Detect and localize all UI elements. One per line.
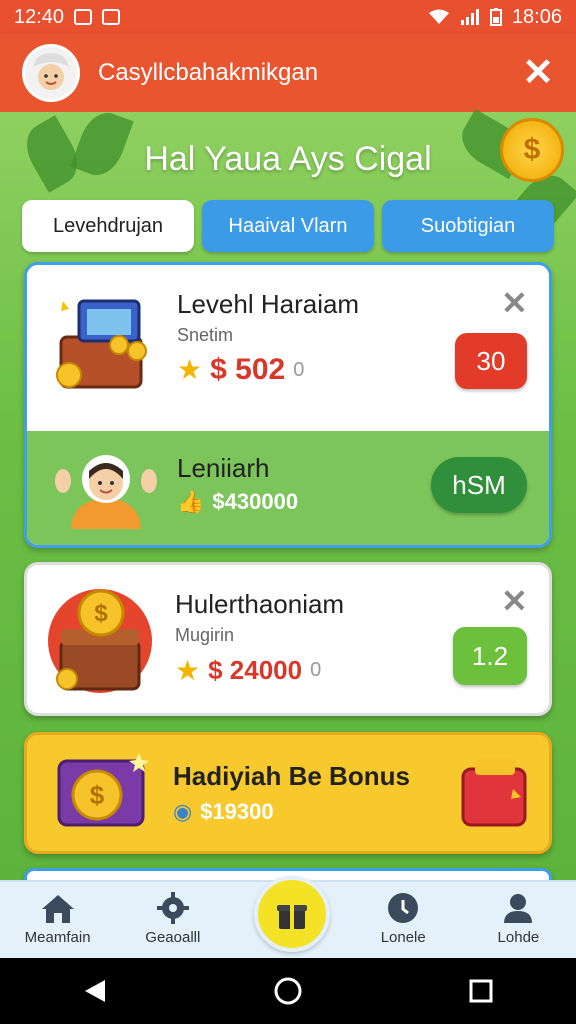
tab-suobtigian[interactable]: Suobtigian: [382, 200, 554, 252]
nav-label: Meamfain: [24, 929, 91, 946]
avatar[interactable]: [22, 44, 80, 102]
status-time-left: 12:40: [14, 5, 65, 28]
close-icon[interactable]: ✕: [501, 287, 528, 319]
gear-icon: [156, 892, 189, 924]
item-price: $19300: [200, 799, 274, 824]
star-icon: ★: [175, 654, 201, 686]
image-icon: [74, 9, 93, 25]
item-subtitle: Snetim: [177, 325, 234, 345]
recents-icon[interactable]: [469, 979, 493, 1003]
item-price-extra: 0: [293, 358, 305, 381]
svg-text:$: $: [94, 600, 108, 627]
dollar-medal-icon: $: [500, 118, 564, 182]
tab-bar: Levehdrujan Haaival Vlarn Suobtigian: [22, 200, 554, 252]
person-waving-icon: [55, 455, 157, 529]
status-time-right: 18:06: [511, 5, 562, 28]
coin-chest-icon: $: [48, 589, 152, 693]
avatar-face-icon: [25, 47, 77, 99]
list-item[interactable]: $ Hulerthaoniam Mugirin ★ $ 24000 0 ✕ 1.…: [24, 562, 552, 716]
gift-button[interactable]: [254, 876, 330, 952]
list-item[interactable]: Levehl Haraiam Snetim ★ $ 502 0 ✕ 30 Len…: [24, 262, 552, 548]
back-icon[interactable]: [83, 978, 107, 1004]
nav-label: Lonele: [380, 929, 426, 946]
status-bar: 12:40 18:06: [0, 0, 576, 34]
thumbs-up-icon: 👍: [177, 489, 205, 514]
item-badge[interactable]: hSM: [431, 457, 527, 513]
nav-label: Geaoalll: [145, 929, 201, 946]
item-price: $ 24000: [208, 655, 303, 685]
nav-label: Lohde: [497, 929, 540, 946]
battery-icon: [489, 8, 502, 26]
svg-text:$: $: [90, 780, 105, 810]
home-icon: [41, 895, 74, 923]
home-circle-icon[interactable]: [274, 977, 302, 1005]
star-icon: ★: [177, 354, 203, 385]
treasure-chest-icon: [56, 299, 147, 389]
calendar-icon: [102, 9, 121, 25]
nav-item-history[interactable]: Lonele: [346, 891, 461, 946]
app-header: Casyllcbahakmikgan ✕: [0, 34, 576, 112]
item-title: Hadiyiah Be Bonus: [173, 761, 410, 791]
coin-icon: ◉: [173, 799, 193, 824]
item-subtitle: Mugirin: [175, 625, 235, 645]
wifi-icon: [428, 9, 449, 24]
item-badge[interactable]: 1.2: [453, 627, 527, 685]
item-price: $ 502: [210, 353, 286, 386]
clock-icon: [388, 893, 419, 923]
system-nav-bar: [0, 958, 576, 1024]
close-icon[interactable]: ✕: [522, 54, 554, 92]
tab-levehdrujan[interactable]: Levehdrujan: [22, 200, 194, 252]
bonus-wallet-icon: $: [57, 753, 149, 827]
gift-wallet-icon: [461, 759, 527, 827]
gift-icon: [277, 905, 307, 929]
header-title: Casyllcbahakmikgan: [98, 59, 319, 86]
nav-item-home[interactable]: Meamfain: [0, 893, 115, 946]
signal-icon: [460, 9, 479, 25]
item-title: Leniiarh: [177, 453, 270, 483]
nav-item-profile[interactable]: Lohde: [461, 891, 576, 946]
item-price-extra: 0: [310, 659, 322, 681]
close-icon[interactable]: ✕: [501, 585, 528, 617]
tab-haaival-vlarn[interactable]: Haaival Vlarn: [202, 200, 374, 252]
nav-item-settings[interactable]: Geaoalll: [115, 891, 230, 946]
item-badge[interactable]: 30: [455, 333, 527, 389]
item-price: $430000: [212, 489, 299, 514]
page-title: Hal Yaua Ays Cigal: [144, 140, 432, 178]
profile-icon: [504, 894, 533, 923]
list-item[interactable]: $ Hadiyiah Be Bonus ◉ $19300: [24, 732, 552, 854]
item-title: Hulerthaoniam: [175, 589, 345, 619]
item-title: Levehl Haraiam: [177, 289, 360, 319]
